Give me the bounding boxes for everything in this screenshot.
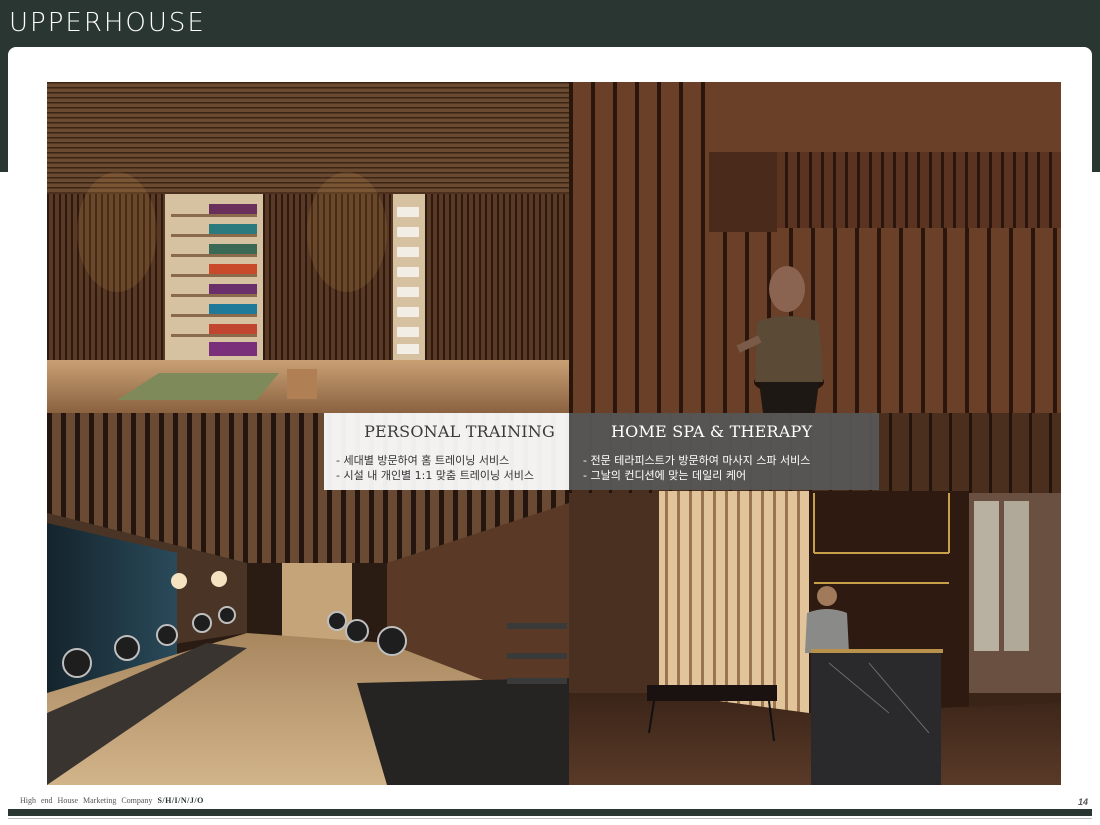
home-spa-list: - 전문 테라피스트가 방문하여 마사지 스파 서비스 - 그날의 컨디션에 맞… (583, 453, 810, 483)
footer-divider (8, 818, 1092, 819)
personal-training-title: PERSONAL TRAINING (364, 422, 555, 441)
footer-bar (8, 809, 1092, 816)
footer-brand-mark: S/H/I/N/J/O (157, 796, 204, 805)
home-spa-title: HOME SPA & THERAPY (611, 422, 813, 441)
footer-company: High end House Marketing Company S/H/I/N… (20, 796, 204, 805)
list-item: - 그날의 컨디션에 맞는 데일리 케어 (583, 469, 747, 482)
footer-company-name: High end House Marketing Company (20, 796, 153, 805)
list-item: - 세대별 방문하여 홈 트레이닝 서비스 (336, 454, 510, 467)
brand-logo: UPPERHOUSE (9, 8, 206, 38)
home-spa-caption: HOME SPA & THERAPY - 전문 테라피스트가 방문하여 마사지 … (569, 413, 879, 490)
yoga-studio-photo (47, 82, 569, 413)
page-number: 14 (1077, 797, 1088, 807)
spa-corridor-photo (569, 82, 1061, 413)
personal-training-list: - 세대별 방문하여 홈 트레이닝 서비스 - 시설 내 개인별 1:1 맞춤 … (336, 453, 534, 483)
list-item: - 시설 내 개인별 1:1 맞춤 트레이닝 서비스 (336, 469, 534, 482)
personal-training-caption: PERSONAL TRAINING - 세대별 방문하여 홈 트레이닝 서비스 … (324, 413, 569, 490)
list-item: - 전문 테라피스트가 방문하여 마사지 스파 서비스 (583, 454, 811, 467)
